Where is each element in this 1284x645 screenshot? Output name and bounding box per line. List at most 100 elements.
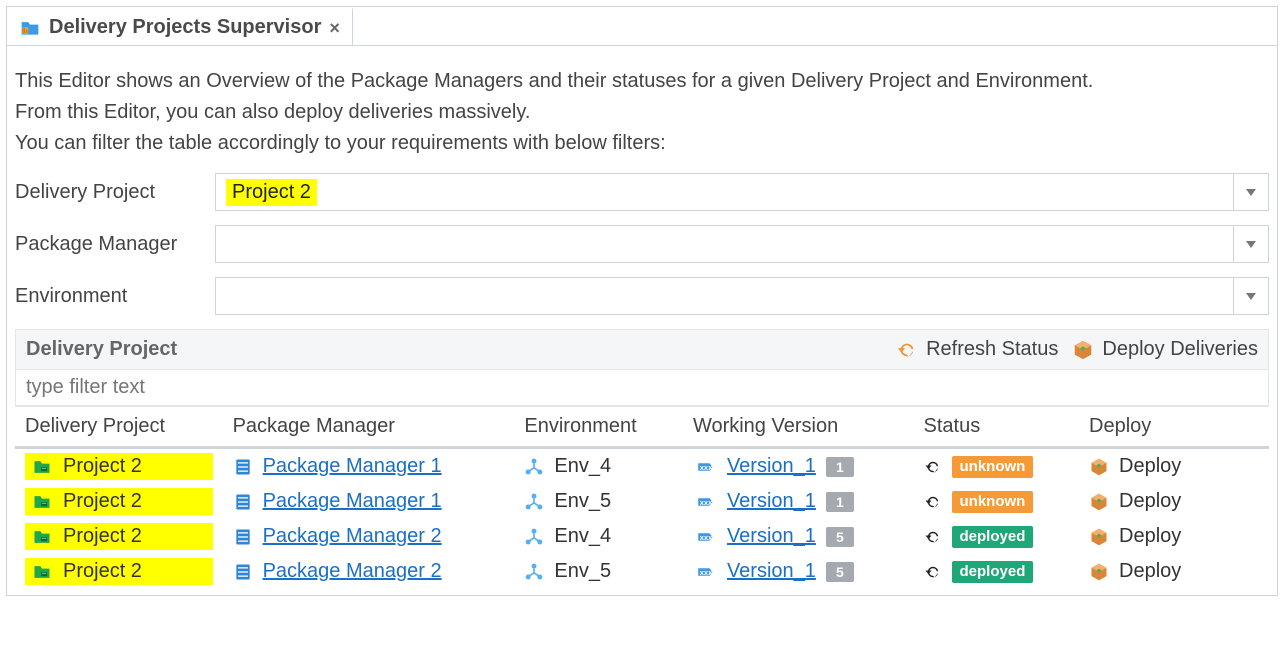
description-line-2: From this Editor, you can also deploy de… (15, 97, 1265, 128)
refresh-icon[interactable] (924, 528, 942, 546)
workver-cell: Version_1 1 (693, 455, 904, 478)
deploy-button[interactable]: Deploy (1089, 455, 1259, 478)
dropdown-caret-button[interactable] (1233, 174, 1268, 210)
filter-text-input[interactable] (15, 370, 1269, 406)
env-icon (524, 457, 544, 477)
refresh-icon[interactable] (924, 563, 942, 581)
stack-icon (233, 527, 253, 547)
box-icon (1089, 527, 1109, 547)
description-line-3: You can filter the table accordingly to … (15, 128, 1265, 159)
table-row[interactable]: Project 2 Package Manager 2 Env_5 Version_1… (15, 554, 1269, 589)
status-badge: unknown (952, 491, 1034, 513)
dropdown-caret-button[interactable] (1233, 278, 1268, 314)
tab-bar: Delivery Projects Supervisor × (7, 7, 1277, 46)
tab-delivery-supervisor[interactable]: Delivery Projects Supervisor × (7, 7, 353, 45)
folder-icon (31, 562, 53, 582)
table-header-row: Delivery Project Package Manager Environ… (15, 407, 1269, 448)
workver-count-badge: 1 (826, 457, 854, 477)
filter-label-env: Environment (15, 285, 215, 308)
deploy-deliveries-button[interactable]: Deploy Deliveries (1072, 338, 1258, 361)
workver-count-badge: 5 (826, 562, 854, 582)
close-icon[interactable]: × (329, 19, 340, 37)
deploy-deliveries-label: Deploy Deliveries (1102, 338, 1258, 361)
deploy-button[interactable]: Deploy (1089, 525, 1259, 548)
pkgmgr-link[interactable]: Package Manager 2 (263, 560, 442, 583)
description-text: This Editor shows an Overview of the Pac… (15, 66, 1265, 159)
deploy-button[interactable]: Deploy (1089, 490, 1259, 513)
workver-link[interactable]: Version_1 (727, 455, 816, 478)
col-project[interactable]: Delivery Project (15, 407, 223, 448)
env-cell: Env_5 (524, 560, 673, 583)
env-cell: Env_4 (524, 455, 673, 478)
stack-icon (233, 562, 253, 582)
env-cell: Env_4 (524, 525, 673, 548)
refresh-icon[interactable] (924, 458, 942, 476)
project-cell: Project 2 (25, 523, 213, 550)
env-label: Env_5 (554, 560, 611, 583)
table-row[interactable]: Project 2 Package Manager 2 Env_4 Version_1… (15, 519, 1269, 554)
workver-link[interactable]: Version_1 (727, 490, 816, 513)
env-icon (524, 492, 544, 512)
deploy-label: Deploy (1119, 525, 1181, 548)
deploy-label: Deploy (1119, 455, 1181, 478)
deploy-button[interactable]: Deploy (1089, 560, 1259, 583)
filter-project-value: Project 2 (216, 179, 1233, 206)
workver-link[interactable]: Version_1 (727, 560, 816, 583)
pkgmgr-cell: Package Manager 1 (233, 455, 505, 478)
tab-title: Delivery Projects Supervisor (49, 16, 321, 39)
col-pkgmgr[interactable]: Package Manager (223, 407, 515, 448)
filter-project-select[interactable]: Project 2 (215, 173, 1269, 211)
table-row[interactable]: Project 2 Package Manager 1 Env_4 Version_1… (15, 448, 1269, 485)
folder-icon (31, 492, 53, 512)
editor-body: This Editor shows an Overview of the Pac… (7, 46, 1277, 595)
project-cell: Project 2 (25, 488, 213, 515)
chevron-down-icon (1246, 241, 1256, 248)
env-icon (524, 562, 544, 582)
table-row[interactable]: Project 2 Package Manager 1 Env_5 Version_1… (15, 484, 1269, 519)
deploy-label: Deploy (1119, 490, 1181, 513)
section-title: Delivery Project (26, 338, 177, 361)
status-badge: deployed (952, 526, 1034, 548)
env-label: Env_5 (554, 490, 611, 513)
folder-icon (31, 457, 53, 477)
status-cell: deployed (924, 561, 1069, 583)
col-env[interactable]: Environment (514, 407, 683, 448)
description-line-1: This Editor shows an Overview of the Pac… (15, 66, 1265, 97)
status-cell: unknown (924, 456, 1069, 478)
filters-grid: Delivery Project Project 2 Package Manag… (15, 173, 1269, 315)
filter-env-select[interactable] (215, 277, 1269, 315)
workver-cell: Version_15 (693, 525, 904, 548)
folder-icon (31, 527, 53, 547)
filter-label-project: Delivery Project (15, 181, 215, 204)
col-deploy[interactable]: Deploy (1079, 407, 1269, 448)
box-icon (1072, 339, 1094, 361)
chevron-down-icon (1246, 189, 1256, 196)
filter-pkgmgr-select[interactable] (215, 225, 1269, 263)
col-workver[interactable]: Working Version (683, 407, 914, 448)
project-cell: Project 2 (25, 453, 213, 480)
env-cell: Env_5 (524, 490, 673, 513)
refresh-status-button[interactable]: Refresh Status (896, 338, 1058, 361)
box-icon (1089, 562, 1109, 582)
dropdown-caret-button[interactable] (1233, 226, 1268, 262)
project-cell: Project 2 (25, 558, 213, 585)
workver-link[interactable]: Version_1 (727, 525, 816, 548)
pkgmgr-link[interactable]: Package Manager 1 (263, 490, 442, 513)
pkgmgr-link[interactable]: Package Manager 1 (263, 455, 442, 478)
chevron-down-icon (1246, 293, 1256, 300)
box-icon (1089, 492, 1109, 512)
pkgmgr-link[interactable]: Package Manager 2 (263, 525, 442, 548)
refresh-status-label: Refresh Status (926, 338, 1058, 361)
col-status[interactable]: Status (914, 407, 1079, 448)
tag-icon (693, 563, 717, 581)
pkgmgr-cell: Package Manager 1 (233, 490, 505, 513)
refresh-icon[interactable] (924, 493, 942, 511)
project-label: Project 2 (63, 560, 142, 583)
stack-icon (233, 492, 253, 512)
env-icon (524, 527, 544, 547)
workver-cell: Version_11 (693, 490, 904, 513)
box-icon (1089, 457, 1109, 477)
section-header: Delivery Project Refresh Status Deploy D… (15, 329, 1269, 370)
refresh-icon (896, 339, 918, 361)
folder-chart-icon (19, 18, 41, 38)
